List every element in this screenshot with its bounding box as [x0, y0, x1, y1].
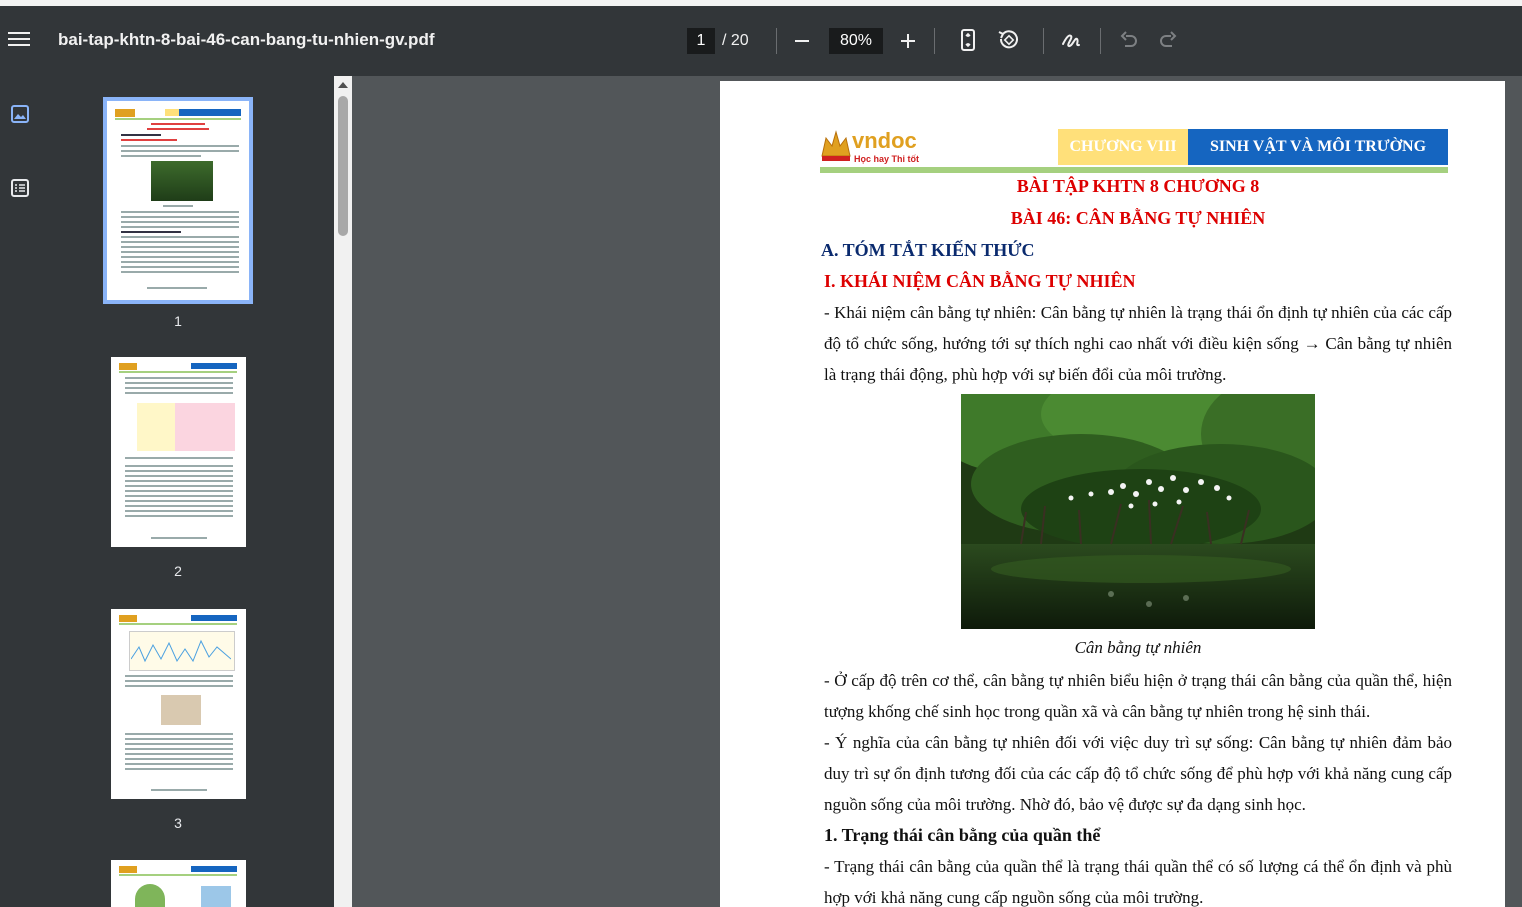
worksheet-title: BÀI TẬP KHTN 8 CHƯƠNG 8 [1016, 176, 1260, 196]
sidebar-rail [0, 76, 40, 907]
section-a-heading: A. TÓM TẮT KIẾN THỨC [821, 240, 1035, 260]
toolbar-divider [934, 28, 935, 54]
menu-icon[interactable] [8, 28, 30, 50]
page-total: / 20 [722, 32, 749, 49]
page-thumbnail-4[interactable] [111, 860, 246, 907]
fit-page-icon[interactable] [956, 28, 980, 54]
paragraph-significance: - Ý nghĩa của cân bằng tự nhiên đối với … [824, 733, 1452, 814]
thumbnail-scrollbar[interactable] [334, 76, 352, 907]
thumbnail-panel: 1 2 3 [40, 76, 334, 907]
section-i-heading: I. KHÁI NIỆM CÂN BẰNG TỰ NHIÊN [824, 271, 1136, 291]
zoom-out-button[interactable] [793, 28, 811, 54]
chapter-label: CHƯƠNG VIII [1058, 129, 1188, 165]
pdf-page: vndoc Học hay Thi tốt CHƯƠNG VIII SINH V… [720, 81, 1505, 907]
header-rule [820, 167, 1448, 173]
lesson-title: BÀI 46: CÂN BẰNG TỰ NHIÊN [1010, 208, 1266, 228]
toolbar-divider [776, 28, 777, 54]
paragraph-levels: - Ở cấp độ trên cơ thể, cân bằng tự nhiê… [824, 671, 1452, 721]
toolbar-divider [1100, 28, 1101, 54]
thumbnail-label: 3 [174, 815, 182, 831]
paragraph-definition: - Khái niệm cân bằng tự nhiên: Cân bằng … [824, 303, 1452, 384]
pdf-toolbar: bai-tap-khtn-8-bai-46-can-bang-tu-nhien-… [0, 6, 1522, 76]
photo-caption: Cân bằng tự nhiên [1074, 638, 1202, 657]
subheading-population-balance: 1. Trạng thái cân bằng của quần thể [824, 825, 1101, 845]
redo-icon[interactable] [1156, 28, 1180, 54]
thumbnail-label: 2 [174, 563, 182, 579]
chapter-title: SINH VẬT VÀ MÔI TRƯỜNG [1188, 129, 1448, 165]
page-number-input[interactable]: 1 [687, 28, 715, 54]
zoom-in-button[interactable] [899, 28, 917, 54]
page-thumbnail-1[interactable] [103, 97, 253, 304]
thumbnail-view-icon[interactable] [10, 104, 30, 124]
page-thumbnail-2[interactable] [111, 357, 246, 547]
annotate-pen-icon[interactable] [1060, 28, 1084, 54]
document-viewer: vndoc Học hay Thi tốt CHƯƠNG VIII SINH V… [352, 76, 1522, 907]
undo-icon[interactable] [1117, 28, 1141, 54]
svg-text:vndoc: vndoc [852, 128, 917, 153]
paragraph-population-balance: - Trạng thái cân bằng của quần thể là tr… [824, 857, 1452, 907]
nature-balance-photo [961, 394, 1315, 629]
vndoc-logo: vndoc Học hay Thi tốt [820, 126, 920, 166]
thumbnail-label: 1 [174, 313, 182, 329]
toolbar-divider [1043, 28, 1044, 54]
scrollbar-thumb[interactable] [338, 96, 348, 236]
scroll-up-arrow-icon[interactable] [338, 82, 348, 88]
zoom-level-input[interactable]: 80% [829, 28, 883, 54]
page-thumbnail-3[interactable] [111, 609, 246, 799]
document-title: bai-tap-khtn-8-bai-46-can-bang-tu-nhien-… [58, 30, 435, 49]
svg-text:Học hay Thi tốt: Học hay Thi tốt [854, 154, 919, 164]
rotate-icon[interactable] [996, 28, 1020, 54]
viewer-scroll-track[interactable] [1508, 76, 1522, 907]
outline-view-icon[interactable] [10, 178, 30, 198]
